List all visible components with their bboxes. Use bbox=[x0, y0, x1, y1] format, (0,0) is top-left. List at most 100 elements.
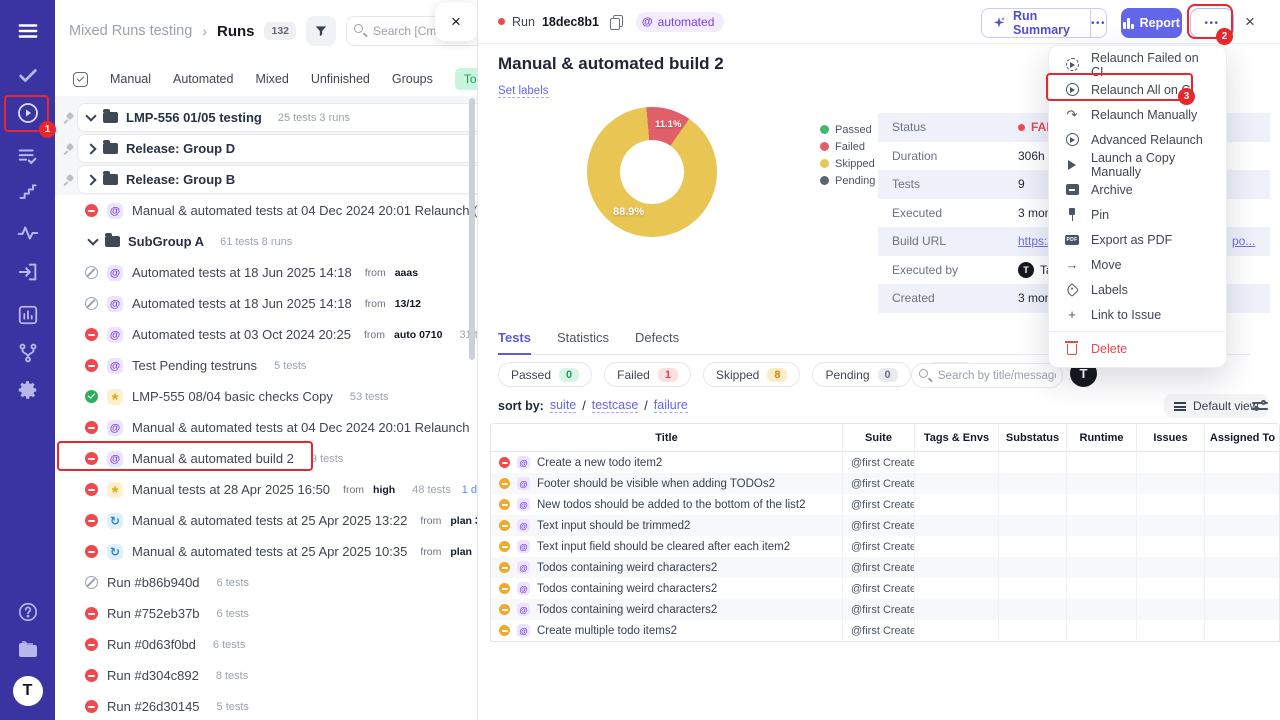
run-row-selected[interactable]: Manual & automated build 2 9 tests bbox=[55, 443, 477, 474]
table-row[interactable]: Text input field should be cleared after… bbox=[491, 536, 1279, 557]
filter-tab-automated[interactable]: Automated bbox=[173, 72, 233, 86]
filter-tab-groups[interactable]: Groups bbox=[392, 72, 433, 86]
search-icon bbox=[919, 369, 928, 378]
menu-item-launch-copy[interactable]: Launch a Copy Manually bbox=[1049, 151, 1226, 179]
report-button[interactable]: Report bbox=[1121, 8, 1182, 38]
workspace-avatar[interactable]: T bbox=[12, 676, 43, 706]
help-icon[interactable] bbox=[16, 600, 40, 624]
columns-settings-icon[interactable] bbox=[1252, 399, 1268, 413]
run-group-row[interactable]: LMP-556 01/05 testing 25 tests 3 runs bbox=[55, 102, 477, 133]
run-row[interactable]: Manual & automated tests at 25 Apr 2025 … bbox=[55, 505, 477, 536]
pin-icon[interactable] bbox=[63, 174, 74, 185]
run-row[interactable]: Manual & automated tests at 25 Apr 2025 … bbox=[55, 536, 477, 567]
table-row[interactable]: Todos containing weird characters2 @firs… bbox=[491, 599, 1279, 620]
subgroup-row[interactable]: SubGroup A 61 tests 8 runs bbox=[55, 226, 477, 257]
run-group-row[interactable]: Release: Group B bbox=[55, 164, 477, 195]
analytics-nav-icon[interactable] bbox=[16, 303, 40, 327]
run-summary-more-icon[interactable] bbox=[1091, 9, 1106, 37]
pill-passed[interactable]: Passed 0 bbox=[498, 362, 593, 387]
group-card[interactable]: Release: Group D bbox=[77, 134, 477, 163]
steps-nav-icon[interactable] bbox=[16, 180, 40, 204]
group-card[interactable]: Release: Group B bbox=[77, 165, 477, 194]
table-row[interactable]: Todos containing weird characters2 @firs… bbox=[491, 557, 1279, 578]
breadcrumb-project[interactable]: Mixed Runs testing bbox=[69, 23, 192, 39]
run-row[interactable]: Run #752eb37b 6 tests bbox=[55, 598, 477, 629]
run-row[interactable]: Manual tests at 28 Apr 2025 16:50 from h… bbox=[55, 474, 477, 505]
defects-count[interactable]: 1 defects bbox=[462, 484, 477, 496]
filter-tab-manual[interactable]: Manual bbox=[110, 72, 151, 86]
runs-list-scrollbar[interactable] bbox=[469, 98, 475, 360]
run-row[interactable]: Manual & automated tests at 04 Dec 2024 … bbox=[55, 195, 477, 226]
chevron-down-icon[interactable] bbox=[87, 234, 99, 246]
projects-folder-icon[interactable] bbox=[16, 638, 40, 662]
run-summary-main[interactable]: Run Summary bbox=[982, 9, 1091, 37]
sort-link-testcase[interactable]: testcase bbox=[591, 398, 639, 413]
run-row[interactable]: Run #0d63f0bd 6 tests bbox=[55, 629, 477, 660]
automated-badge[interactable]: @ automated bbox=[635, 11, 725, 32]
run-row[interactable]: Automated tests at 03 Oct 2024 20:25 fro… bbox=[55, 319, 477, 350]
menu-item-archive[interactable]: Archive bbox=[1049, 177, 1226, 202]
menu-item-link-to-issue[interactable]: + Link to Issue bbox=[1049, 302, 1226, 327]
chevron-down-icon[interactable] bbox=[85, 110, 97, 122]
set-labels-link[interactable]: Set labels bbox=[498, 85, 549, 98]
run-group-row[interactable]: Release: Group D bbox=[55, 133, 477, 164]
runs-play-nav-icon[interactable] bbox=[16, 101, 40, 125]
menu-item-relaunch-all[interactable]: Relaunch All on CI bbox=[1049, 77, 1226, 102]
branches-nav-icon[interactable] bbox=[16, 341, 40, 365]
close-run-detail-icon[interactable]: × bbox=[1245, 13, 1255, 30]
menu-item-advanced-relaunch[interactable]: Advanced Relaunch bbox=[1049, 127, 1226, 152]
run-summary-button[interactable]: Run Summary bbox=[981, 8, 1107, 38]
pill-skipped[interactable]: Skipped 8 bbox=[702, 362, 801, 387]
select-runs-icon[interactable] bbox=[73, 71, 88, 87]
sort-link-suite[interactable]: suite bbox=[549, 398, 577, 413]
table-row[interactable]: Footer should be visible when adding TOD… bbox=[491, 473, 1279, 494]
test-list-nav-icon[interactable] bbox=[16, 144, 40, 168]
table-row[interactable]: Create multiple todo items2 @first Creat… bbox=[491, 620, 1279, 641]
menu-item-export-pdf[interactable]: PDF Export as PDF bbox=[1049, 227, 1226, 252]
run-row[interactable]: LMP-555 08/04 basic checks Copy 53 tests bbox=[55, 381, 477, 412]
chevron-right-icon[interactable] bbox=[85, 142, 97, 155]
tab-defects[interactable]: Defects bbox=[635, 330, 679, 354]
run-row[interactable]: Run #b86b940d 6 tests bbox=[55, 567, 477, 598]
pulse-nav-icon[interactable] bbox=[16, 221, 40, 245]
group-card[interactable]: LMP-556 01/05 testing 25 tests 3 runs bbox=[77, 103, 477, 132]
run-row[interactable]: Run #26d30145 5 tests bbox=[55, 691, 477, 720]
run-row[interactable]: Manual & automated tests at 04 Dec 2024 … bbox=[55, 412, 477, 443]
pill-failed[interactable]: Failed 1 bbox=[604, 362, 691, 387]
table-row[interactable]: Create a new todo item2 @first Create ..… bbox=[491, 452, 1279, 473]
chevron-right-icon[interactable] bbox=[85, 173, 97, 186]
sort-link-failure[interactable]: failure bbox=[653, 398, 688, 413]
menu-divider bbox=[1049, 331, 1226, 332]
filter-tab-unfinished[interactable]: Unfinished bbox=[311, 72, 370, 86]
build-url-link-end[interactable]: po... bbox=[1232, 234, 1255, 248]
table-row[interactable]: Text input should be trimmed2 @first Cre… bbox=[491, 515, 1279, 536]
menu-item-move[interactable]: → Move bbox=[1049, 252, 1226, 277]
checks-nav-icon[interactable] bbox=[16, 64, 40, 88]
run-row[interactable]: Automated tests at 18 Jun 2025 14:18 fro… bbox=[55, 288, 477, 319]
menu-item-relaunch-failed[interactable]: Relaunch Failed on CI bbox=[1049, 51, 1226, 79]
table-row[interactable]: New todos should be added to the bottom … bbox=[491, 494, 1279, 515]
copy-icon[interactable] bbox=[609, 15, 623, 30]
tab-tests[interactable]: Tests bbox=[498, 330, 531, 355]
runs-panel-close-button[interactable]: × bbox=[435, 2, 477, 41]
settings-gear-icon[interactable] bbox=[16, 378, 40, 402]
pull-in-nav-icon[interactable] bbox=[16, 260, 40, 284]
tab-statistics[interactable]: Statistics bbox=[557, 330, 609, 354]
relaunch-manually-icon: ↷ bbox=[1066, 107, 1078, 122]
menu-item-relaunch-manually[interactable]: ↷ Relaunch Manually bbox=[1049, 102, 1226, 127]
run-row[interactable]: Run #d304c892 8 tests bbox=[55, 660, 477, 691]
table-row[interactable]: Todos containing weird characters2 @firs… bbox=[491, 578, 1279, 599]
tests-search-input[interactable] bbox=[911, 363, 1063, 388]
run-row[interactable]: Automated tests at 18 Jun 2025 14:18 fro… bbox=[55, 257, 477, 288]
hamburger-menu-icon[interactable] bbox=[16, 19, 40, 43]
menu-item-labels[interactable]: Labels bbox=[1049, 277, 1226, 302]
filter-button[interactable] bbox=[306, 16, 337, 46]
pin-icon[interactable] bbox=[63, 143, 74, 154]
filter-tab-mixed[interactable]: Mixed bbox=[255, 72, 288, 86]
filter-tab-today[interactable]: To bbox=[454, 68, 477, 90]
menu-item-delete[interactable]: Delete bbox=[1049, 336, 1226, 361]
pill-pending[interactable]: Pending 0 bbox=[812, 362, 911, 387]
run-row[interactable]: Test Pending testruns 5 tests bbox=[55, 350, 477, 381]
menu-item-pin[interactable]: Pin bbox=[1049, 202, 1226, 227]
pin-icon[interactable] bbox=[63, 112, 74, 123]
